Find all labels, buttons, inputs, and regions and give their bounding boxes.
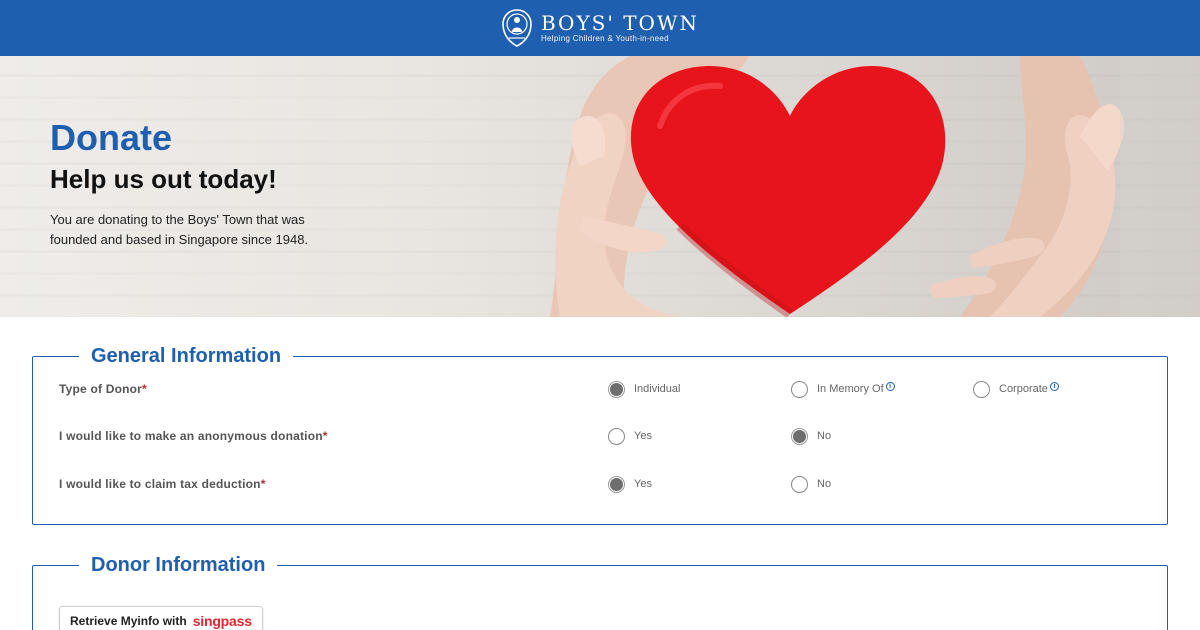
tax-deduction-no-option[interactable]: No xyxy=(791,475,831,493)
hero-text-block: Donate Help us out today! You are donati… xyxy=(50,118,510,250)
anonymous-no-radio[interactable] xyxy=(791,427,808,445)
boys-town-logo[interactable]: BOYS' TOWN Helping Children & Youth-in-n… xyxy=(501,8,699,48)
hero-banner: Donate Help us out today! You are donati… xyxy=(0,56,1200,317)
donor-type-corporate-option[interactable]: Corporate i xyxy=(973,380,1059,398)
page-title: Donate xyxy=(50,117,173,158)
donor-type-corporate-radio[interactable] xyxy=(973,380,990,398)
page-subtitle: Help us out today! xyxy=(50,164,277,194)
myinfo-button-label: Retrieve Myinfo with xyxy=(70,614,187,628)
donor-type-in-memory-option[interactable]: In Memory Of i xyxy=(791,380,895,398)
info-icon[interactable]: i xyxy=(1049,382,1059,392)
hero-description: You are donating to the Boys' Town that … xyxy=(50,212,309,247)
donor-type-individual-option[interactable]: Individual xyxy=(608,380,680,398)
donor-information-section: Donor Information Retrieve Myinfo with s… xyxy=(32,552,1168,630)
hands-heart-image xyxy=(550,56,1200,317)
anonymous-yes-radio[interactable] xyxy=(608,427,625,445)
tax-deduction-label: I would like to claim tax deduction* xyxy=(59,477,266,491)
anonymous-no-option[interactable]: No xyxy=(791,427,831,445)
donor-type-individual-radio[interactable] xyxy=(608,380,625,398)
retrieve-myinfo-singpass-button[interactable]: Retrieve Myinfo with singpass xyxy=(59,606,263,630)
anonymous-yes-option[interactable]: Yes xyxy=(608,427,652,445)
tax-deduction-row: I would like to claim tax deduction* Yes… xyxy=(59,472,1167,496)
crest-icon xyxy=(502,9,532,47)
anonymous-donation-label: I would like to make an anonymous donati… xyxy=(59,429,328,443)
donor-information-legend: Donor Information xyxy=(79,552,278,578)
tax-deduction-no-radio[interactable] xyxy=(791,475,808,493)
tax-deduction-yes-option[interactable]: Yes xyxy=(608,475,652,493)
donor-type-label: Type of Donor* xyxy=(59,382,147,396)
tax-deduction-yes-radio[interactable] xyxy=(608,475,625,493)
info-icon[interactable]: i xyxy=(885,382,895,392)
top-header-bar: BOYS' TOWN Helping Children & Youth-in-n… xyxy=(0,0,1200,56)
singpass-logo: singpass xyxy=(192,613,252,629)
anonymous-donation-row: I would like to make an anonymous donati… xyxy=(59,424,1167,448)
general-information-legend: General Information xyxy=(79,343,294,369)
brand-tagline: Helping Children & Youth-in-need xyxy=(540,34,669,43)
brand-name: BOYS' TOWN xyxy=(540,11,700,35)
donor-type-in-memory-radio[interactable] xyxy=(791,380,808,398)
donor-type-row: Type of Donor* Individual In Memory Of i … xyxy=(59,377,1167,401)
general-information-section: General Information Type of Donor* Indiv… xyxy=(32,343,1168,525)
